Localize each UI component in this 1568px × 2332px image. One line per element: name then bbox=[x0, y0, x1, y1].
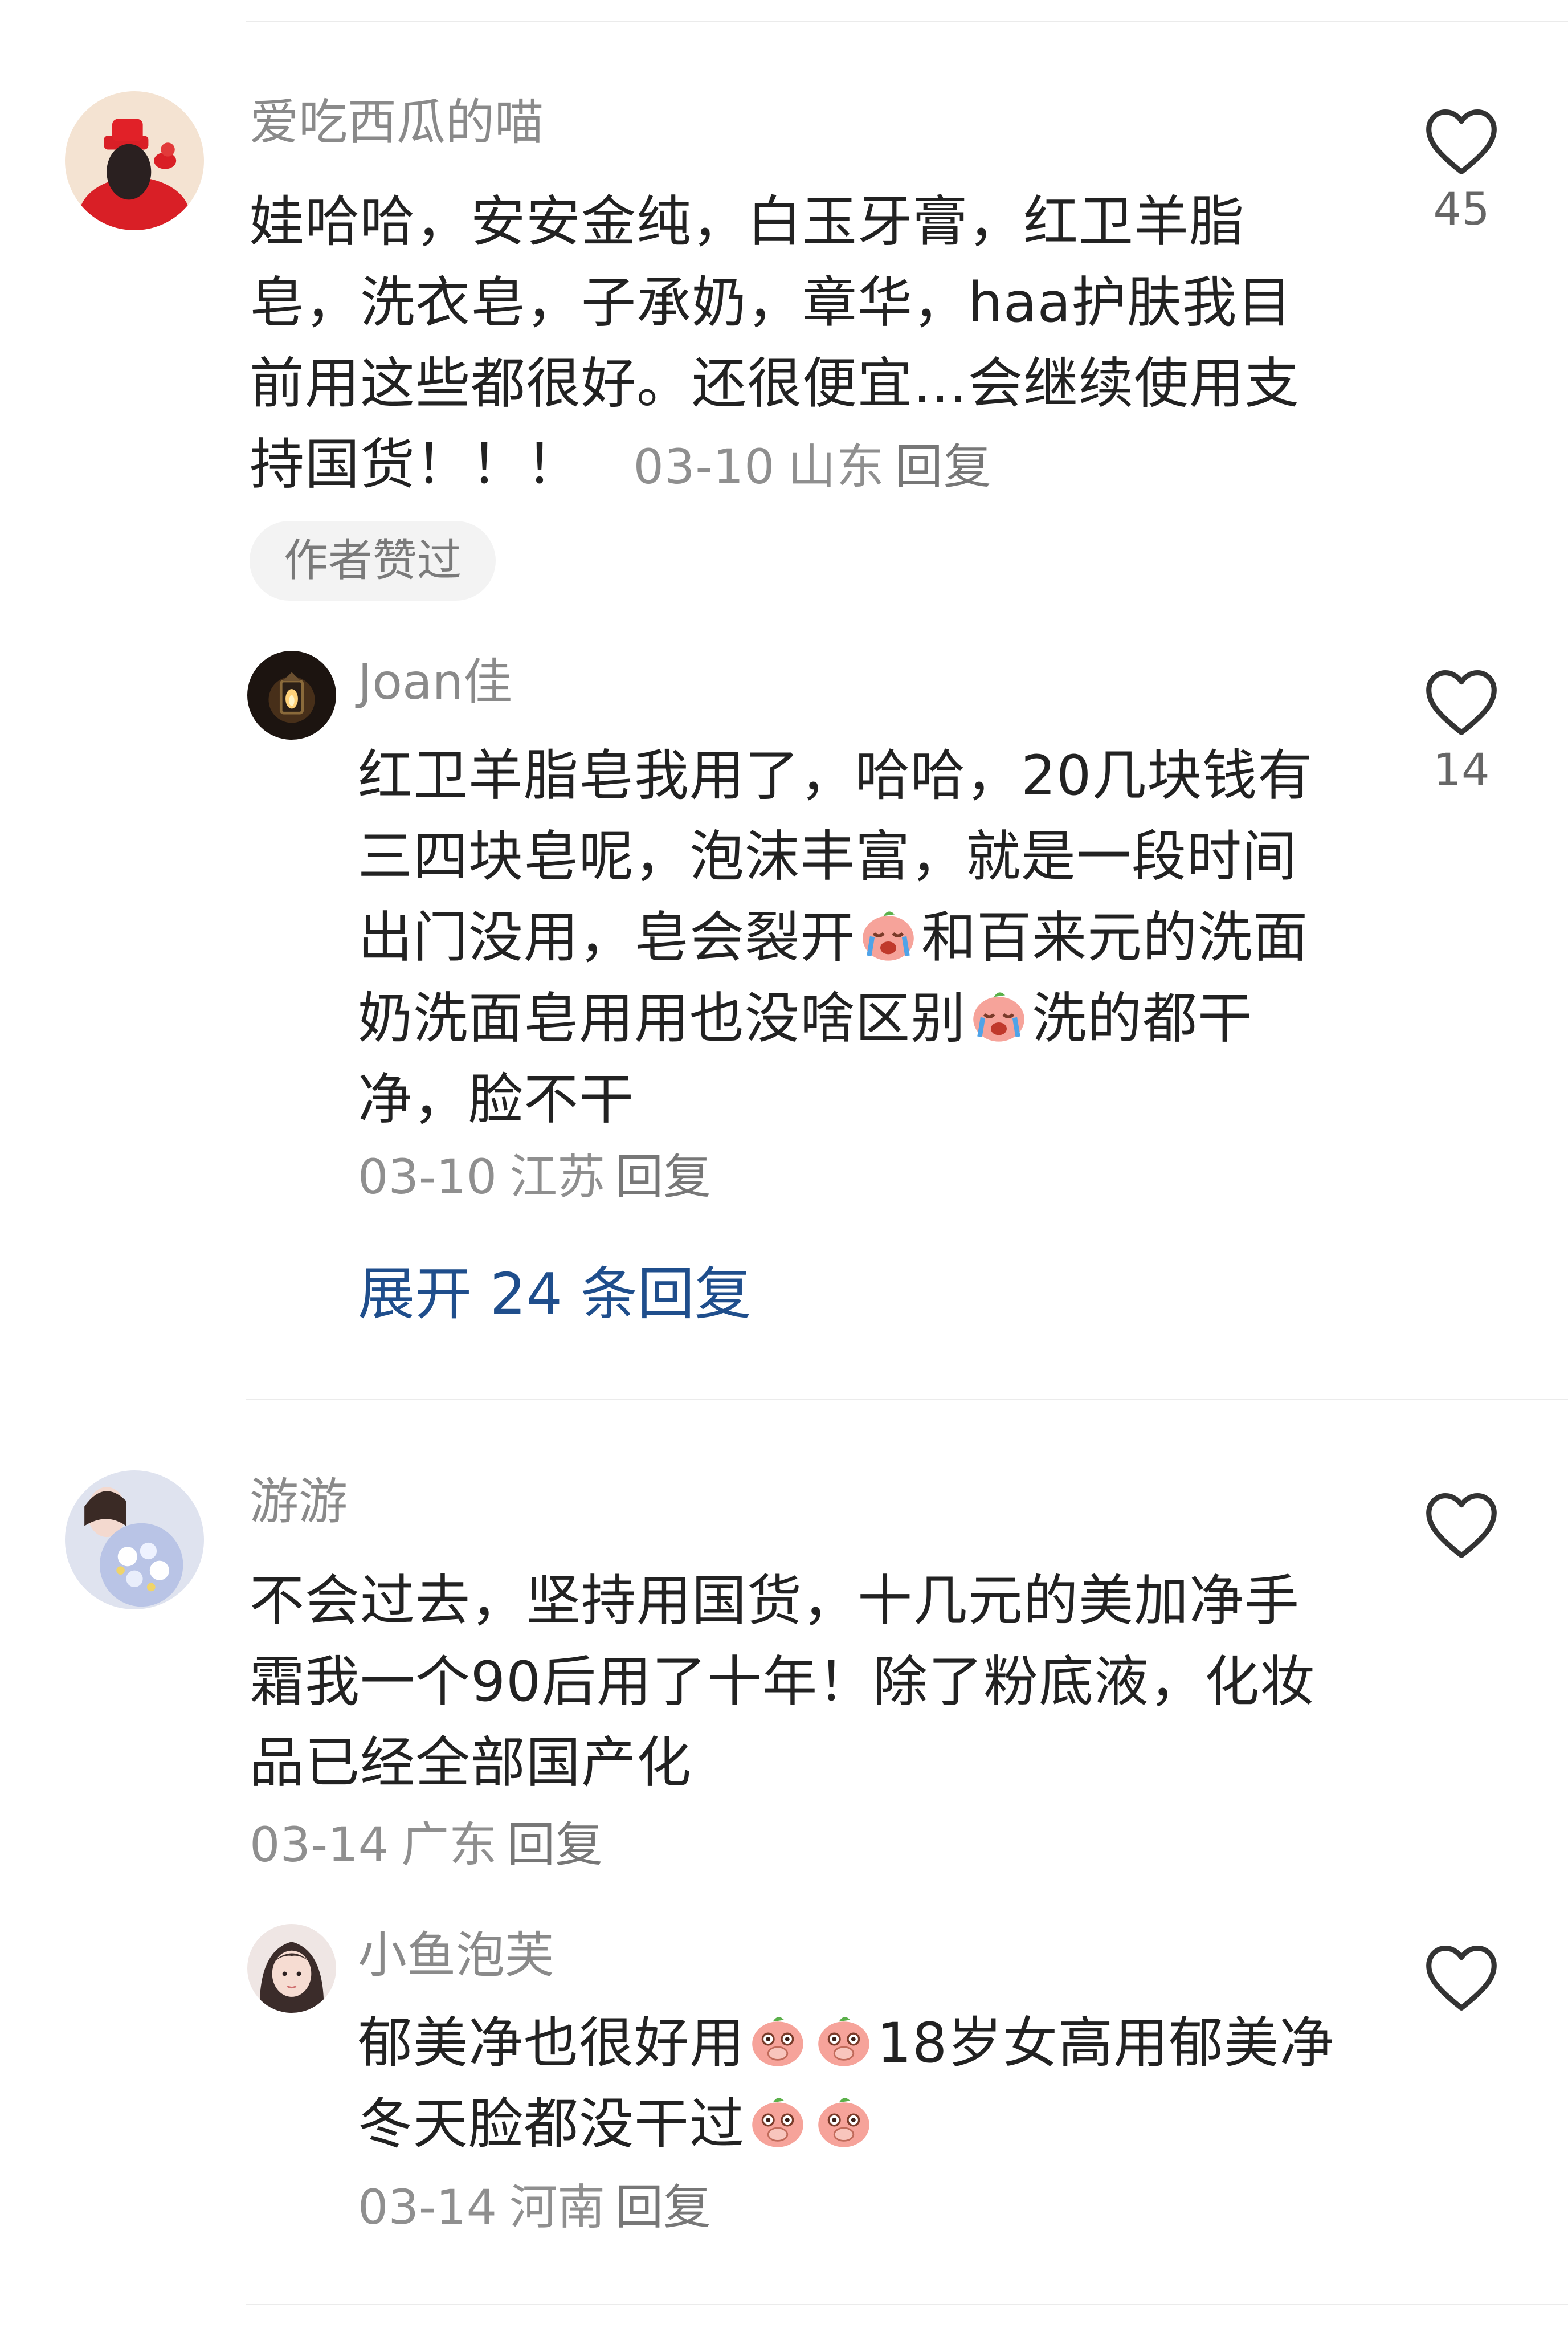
comment-divider bbox=[246, 1399, 1568, 1400]
flowers-avatar-icon bbox=[65, 1470, 204, 1609]
like-button[interactable] bbox=[1413, 1941, 1510, 2013]
comment-date: 03-10 bbox=[633, 439, 775, 495]
shy-peach-emoji-icon bbox=[812, 2007, 876, 2071]
top-divider bbox=[246, 21, 1568, 22]
reply-region: 河南 bbox=[509, 2179, 606, 2235]
avatar[interactable] bbox=[65, 1470, 204, 1609]
reply-text: 郁美净也很好用 18岁女高用郁美净冬天脸都没干过 bbox=[358, 2003, 1349, 2164]
like-count: 14 bbox=[1433, 745, 1490, 796]
comment-text: 不会过去，坚持用国货，十几元的美加净手霜我一个90后用了十年！除了粉底液，化妆品… bbox=[250, 1560, 1332, 1803]
crying-peach-emoji-icon bbox=[967, 982, 1031, 1046]
reply-text: 红卫羊脂皂我用了，哈哈，20几块钱有三四块皂呢，泡沫丰富，就是一段时间出门没用，… bbox=[358, 735, 1349, 1140]
reply-button[interactable]: 回复 bbox=[895, 439, 992, 495]
heart-icon bbox=[1426, 1493, 1497, 1558]
like-button[interactable]: 45 bbox=[1413, 105, 1510, 238]
shy-peach-emoji-icon bbox=[746, 2088, 810, 2152]
reply-date: 03-10 bbox=[358, 1149, 497, 1205]
expand-replies-button[interactable]: 展开 24 条回复 bbox=[358, 1257, 752, 1331]
reply-button[interactable]: 回复 bbox=[615, 2179, 711, 2235]
comment-text: 娃哈哈，安安金纯，白玉牙膏，红卫羊脂皂，洗衣皂，子承奶，章华，haa护肤我目前用… bbox=[250, 181, 1332, 507]
comment-meta: 03-10 山东 回复 bbox=[634, 439, 992, 495]
reply-content: 郁美净也很好用 bbox=[358, 2011, 745, 2075]
comment-region: 广东 bbox=[401, 1817, 497, 1873]
reply-meta: 03-10 江苏 回复 bbox=[358, 1145, 711, 1208]
like-button[interactable] bbox=[1413, 1489, 1510, 1560]
avatar[interactable] bbox=[247, 651, 336, 740]
like-button[interactable]: 14 bbox=[1413, 666, 1510, 799]
username[interactable]: Joan佳 bbox=[358, 651, 512, 714]
lantern-avatar-icon bbox=[247, 651, 336, 740]
shy-peach-emoji-icon bbox=[746, 2007, 810, 2071]
heart-icon bbox=[1426, 1946, 1497, 2011]
reply-button[interactable]: 回复 bbox=[507, 1817, 603, 1873]
heart-icon bbox=[1426, 670, 1497, 735]
comment-region: 山东 bbox=[787, 439, 885, 495]
shy-peach-emoji-icon bbox=[812, 2088, 876, 2152]
comment-date: 03-14 bbox=[250, 1817, 389, 1873]
girl-portrait-avatar-icon bbox=[247, 1924, 336, 2013]
heart-icon bbox=[1426, 109, 1497, 174]
avatar[interactable] bbox=[247, 1924, 336, 2013]
author-liked-badge: 作者赞过 bbox=[250, 521, 496, 601]
crying-peach-emoji-icon bbox=[856, 902, 920, 965]
red-hat-avatar-icon bbox=[65, 91, 204, 230]
reply-meta: 03-14 河南 回复 bbox=[358, 2176, 711, 2239]
avatar[interactable] bbox=[65, 91, 204, 230]
reply-button[interactable]: 回复 bbox=[615, 1149, 711, 1205]
bottom-divider bbox=[246, 2304, 1568, 2305]
like-count: 45 bbox=[1433, 184, 1490, 235]
comment-meta: 03-14 广东 回复 bbox=[250, 1813, 603, 1876]
comment-content: 不会过去，坚持用国货，十几元的美加净手霜我一个90后用了十年！除了粉底液，化妆品… bbox=[250, 1569, 1316, 1795]
reply-date: 03-14 bbox=[358, 2179, 497, 2235]
username[interactable]: 爱吃西瓜的喵 bbox=[250, 91, 544, 154]
reply-region: 江苏 bbox=[509, 1149, 606, 1205]
username[interactable]: 游游 bbox=[250, 1470, 348, 1533]
username[interactable]: 小鱼泡芙 bbox=[358, 1924, 554, 1987]
